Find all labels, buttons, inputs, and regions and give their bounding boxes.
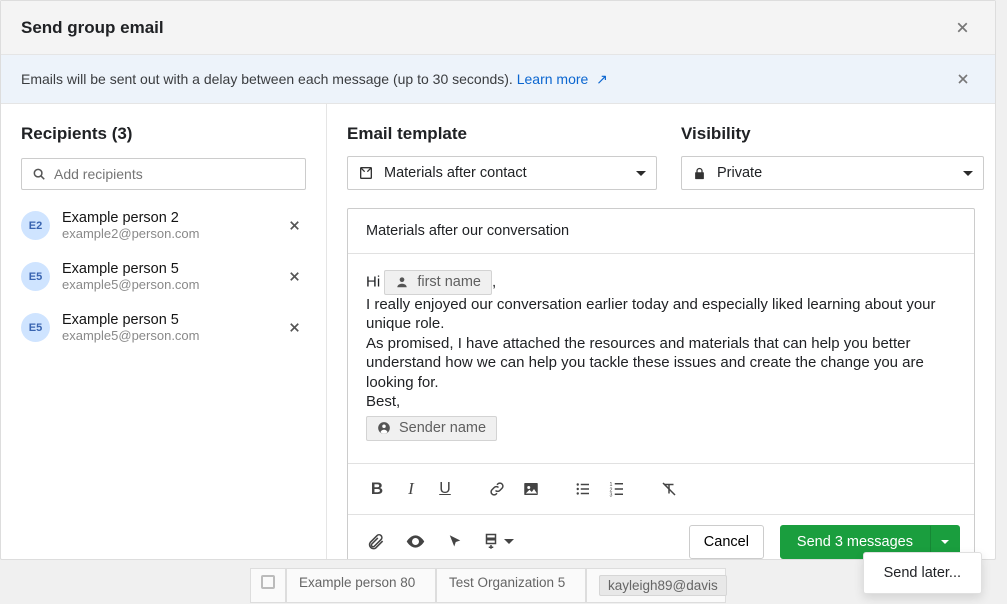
greeting-text: Hi xyxy=(366,273,384,290)
template-label: Email template xyxy=(347,124,657,144)
body-para1: I really enjoyed our conversation earlie… xyxy=(366,295,956,334)
avatar: E5 xyxy=(21,262,50,291)
svg-text:3: 3 xyxy=(610,492,613,498)
bulleted-list-button[interactable] xyxy=(568,474,598,504)
subject-input[interactable]: Materials after our conversation xyxy=(348,209,974,254)
format-toolbar: B I U xyxy=(348,463,974,514)
template-value: Materials after contact xyxy=(384,165,626,181)
bg-email-cell: kayleigh89@davis xyxy=(599,575,727,596)
remove-recipient-button[interactable] xyxy=(283,265,306,288)
image-button[interactable] xyxy=(516,474,546,504)
avatar: E2 xyxy=(21,211,50,240)
bg-org-cell: Test Organization 5 xyxy=(436,568,586,603)
remove-recipient-button[interactable] xyxy=(283,214,306,237)
row-checkbox[interactable] xyxy=(261,575,275,589)
info-banner: Emails will be sent out with a delay bet… xyxy=(1,55,995,104)
avatar: E5 xyxy=(21,313,50,342)
visibility-value: Private xyxy=(717,165,953,181)
attach-button[interactable] xyxy=(362,529,388,555)
chevron-down-icon xyxy=(963,171,973,176)
cancel-button[interactable]: Cancel xyxy=(689,525,764,559)
numbered-list-button[interactable]: 123 xyxy=(602,474,632,504)
preview-button[interactable] xyxy=(402,529,428,555)
insert-field-button[interactable] xyxy=(482,529,514,555)
recipient-name: Example person 5 xyxy=(62,312,271,328)
cursor-button[interactable] xyxy=(442,529,468,555)
close-icon xyxy=(954,19,971,36)
background-table-row: Example person 80 Test Organization 5 ka… xyxy=(250,568,726,603)
image-icon xyxy=(522,480,540,498)
recipient-row: E5 Example person 5 example5@person.com xyxy=(21,302,306,353)
email-body[interactable]: Hi first name , I really enjoyed our con… xyxy=(348,254,974,463)
visibility-label: Visibility xyxy=(681,124,984,144)
recipient-email: example5@person.com xyxy=(62,328,271,343)
paperclip-icon xyxy=(366,532,385,551)
email-editor: Materials after our conversation Hi firs… xyxy=(347,208,975,559)
recipient-name: Example person 5 xyxy=(62,261,271,277)
recipient-email: example2@person.com xyxy=(62,226,271,241)
recipient-row: E2 Example person 2 example2@person.com xyxy=(21,200,306,251)
learn-more-link[interactable]: Learn more ↗ xyxy=(517,71,608,87)
remove-recipient-button[interactable] xyxy=(283,316,306,339)
template-select[interactable]: Materials after contact xyxy=(347,156,657,190)
banner-close-button[interactable] xyxy=(951,67,975,91)
bold-button[interactable]: B xyxy=(362,474,392,504)
bg-name-cell: Example person 80 xyxy=(286,568,436,603)
banner-text: Emails will be sent out with a delay bet… xyxy=(21,71,951,88)
account-icon xyxy=(377,421,391,435)
clear-format-icon xyxy=(660,480,678,498)
add-recipients-input[interactable] xyxy=(54,166,295,182)
close-icon xyxy=(287,320,302,335)
lock-icon xyxy=(692,166,707,181)
modal-title: Send group email xyxy=(21,18,950,38)
bullets-icon xyxy=(574,480,592,498)
close-icon xyxy=(287,269,302,284)
send-later-option[interactable]: Send later... xyxy=(863,552,982,594)
clear-format-button[interactable] xyxy=(654,474,684,504)
chevron-down-icon xyxy=(504,539,514,544)
merge-field-first-name[interactable]: first name xyxy=(384,270,492,295)
body-sign: Best, xyxy=(366,392,956,412)
recipient-row: E5 Example person 5 example5@person.com xyxy=(21,251,306,302)
numbered-icon: 123 xyxy=(608,480,626,498)
group-email-modal: Send group email Emails will be sent out… xyxy=(0,0,996,560)
link-button[interactable] xyxy=(482,474,512,504)
person-icon xyxy=(395,275,409,289)
italic-button[interactable]: I xyxy=(396,474,426,504)
visibility-select[interactable]: Private xyxy=(681,156,984,190)
recipients-title: Recipients (3) xyxy=(21,124,306,144)
close-button[interactable] xyxy=(950,15,975,40)
recipient-email: example5@person.com xyxy=(62,277,271,292)
template-icon xyxy=(358,165,374,181)
chevron-down-icon xyxy=(941,540,949,544)
recipients-panel: Recipients (3) E2 Example person 2 examp… xyxy=(1,104,327,559)
close-icon xyxy=(955,71,971,87)
body-para2: As promised, I have attached the resourc… xyxy=(366,334,956,393)
compose-panel: Email template Materials after contact V… xyxy=(327,104,995,559)
merge-field-sender-name[interactable]: Sender name xyxy=(366,416,497,441)
close-icon xyxy=(287,218,302,233)
fields-icon xyxy=(482,533,500,551)
eye-icon xyxy=(405,531,426,552)
modal-header: Send group email xyxy=(1,1,995,55)
cursor-icon xyxy=(446,533,464,551)
recipient-name: Example person 2 xyxy=(62,210,271,226)
chevron-down-icon xyxy=(636,171,646,176)
underline-button[interactable]: U xyxy=(430,474,460,504)
modal-body: Recipients (3) E2 Example person 2 examp… xyxy=(1,104,995,559)
add-recipients-search[interactable] xyxy=(21,158,306,190)
search-icon xyxy=(32,167,46,181)
link-icon xyxy=(488,480,506,498)
